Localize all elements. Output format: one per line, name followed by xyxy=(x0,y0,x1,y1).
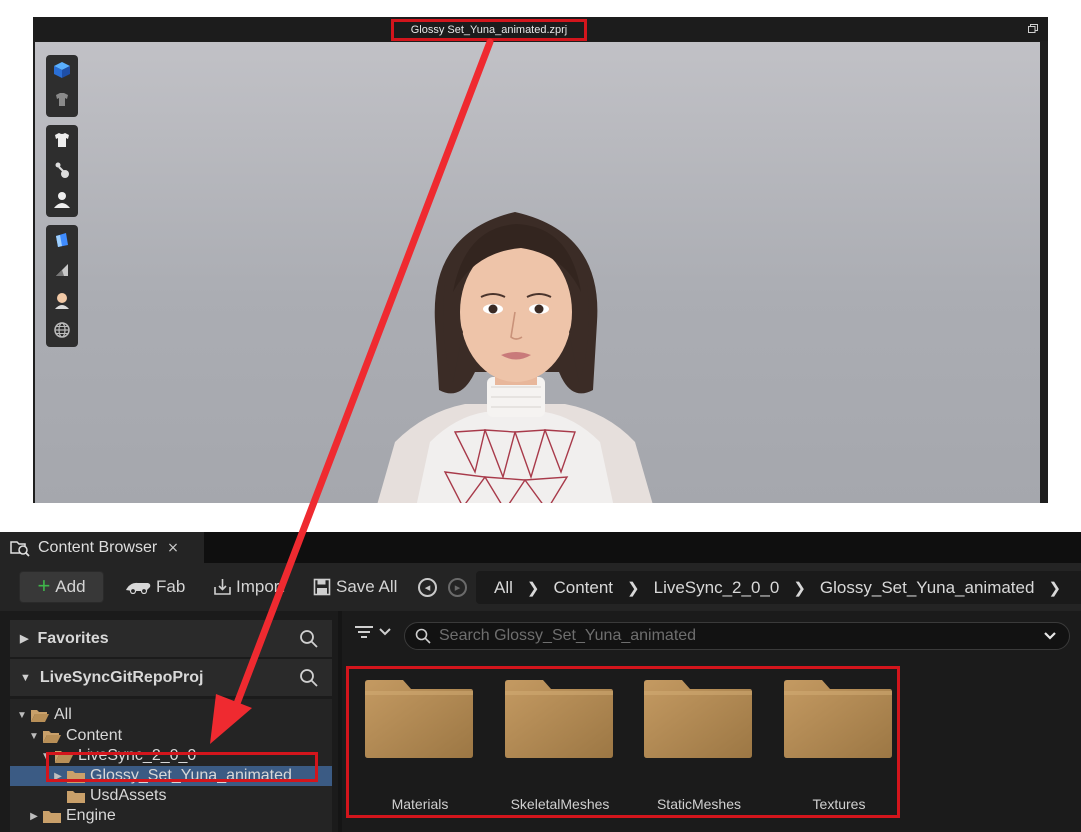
asset-tile-staticmeshes[interactable]: StaticMeshes xyxy=(634,669,764,815)
forward-arrow-icon[interactable]: ▸ xyxy=(448,578,467,597)
collapsed-arrow-icon[interactable]: ▶ xyxy=(28,811,40,822)
tree-item-engine[interactable]: ▶ Engine xyxy=(10,806,332,826)
material-icon[interactable] xyxy=(46,225,78,255)
collapsed-triangle-icon[interactable]: ▶ xyxy=(20,632,28,645)
asset-grid: Materials SkeletalMeshes StaticMeshes Te… xyxy=(346,666,900,818)
chevron-down-icon xyxy=(379,628,391,636)
fab-button-label: Fab xyxy=(156,577,186,596)
breadcrumb-separator-icon[interactable]: ❯ xyxy=(527,579,540,597)
asset-search-box[interactable] xyxy=(404,622,1070,650)
import-icon xyxy=(214,579,231,595)
sources-panel: ▶ Favorites ▼ LiveSyncGitRepoProj ▼ All … xyxy=(0,611,338,832)
globe-icon[interactable] xyxy=(46,315,78,345)
search-icon[interactable] xyxy=(299,629,318,648)
save-all-button-label: Save All xyxy=(336,577,398,596)
toolbar-group-display xyxy=(46,55,78,117)
folder-icon xyxy=(67,790,85,803)
tree-item-label: All xyxy=(54,706,72,723)
garment-display-icon[interactable] xyxy=(46,85,78,115)
asset-tile-skeletalmeshes[interactable]: SkeletalMeshes xyxy=(495,669,625,815)
breadcrumb: All ❯ Content ❯ LiveSync_2_0_0 ❯ Glossy_… xyxy=(476,571,1081,604)
folder-icon xyxy=(505,680,613,758)
toolbar-group-render xyxy=(46,225,78,347)
plus-icon: + xyxy=(37,573,51,598)
breadcrumb-item-content[interactable]: Content xyxy=(553,578,613,598)
viewport-titlebar: Glossy Set_Yuna_animated.zprj xyxy=(33,17,1048,41)
search-icon[interactable] xyxy=(299,668,318,687)
viewport-window: Glossy Set_Yuna_animated.zprj xyxy=(33,17,1048,503)
expanded-arrow-icon[interactable]: ▼ xyxy=(16,710,28,721)
add-button-label: Add xyxy=(55,577,86,596)
content-browser-panel: Content Browser × + Add Fab Import Save … xyxy=(0,532,1081,832)
cube-icon[interactable] xyxy=(46,55,78,85)
asset-view-panel: Materials SkeletalMeshes StaticMeshes xyxy=(342,611,1081,832)
texture-icon[interactable] xyxy=(46,255,78,285)
close-tab-icon[interactable]: × xyxy=(167,540,179,556)
folder-icon xyxy=(43,810,61,823)
favorites-header[interactable]: ▶ Favorites xyxy=(10,620,332,657)
asset-tile-label: Textures xyxy=(812,796,866,812)
tree-item-usdassets[interactable]: UsdAssets xyxy=(10,786,332,806)
folder-icon xyxy=(365,680,473,758)
asset-tile-label: Materials xyxy=(391,796,449,812)
shirt-icon[interactable] xyxy=(46,125,78,155)
filter-icon xyxy=(355,626,373,638)
asset-tile-label: SkeletalMeshes xyxy=(510,796,610,812)
folder-icon xyxy=(644,680,752,758)
breadcrumb-separator-icon[interactable]: ❯ xyxy=(627,579,640,597)
expanded-arrow-icon[interactable]: ▼ xyxy=(28,731,40,742)
breadcrumb-item-all[interactable]: All xyxy=(494,578,513,598)
add-button[interactable]: + Add xyxy=(19,571,104,603)
open-folder-icon xyxy=(43,730,61,743)
filter-button[interactable] xyxy=(354,624,392,640)
breadcrumb-separator-icon[interactable]: ❯ xyxy=(1048,579,1061,597)
face-icon[interactable] xyxy=(46,285,78,315)
save-all-button[interactable]: Save All xyxy=(313,571,397,603)
viewport-title: Glossy Set_Yuna_animated.zprj xyxy=(391,19,587,41)
save-icon xyxy=(313,578,331,596)
content-browser-icon xyxy=(10,540,30,557)
favorites-label: Favorites xyxy=(37,629,109,647)
chevron-down-icon[interactable] xyxy=(1043,629,1057,643)
project-label: LiveSyncGitRepoProj xyxy=(39,668,204,686)
folder-icon xyxy=(784,680,892,758)
content-browser-tabstrip: Content Browser × xyxy=(0,532,1081,563)
asset-search-input[interactable] xyxy=(439,627,999,645)
breadcrumb-separator-icon[interactable]: ❯ xyxy=(793,579,806,597)
content-browser-toolbar: + Add Fab Import Save All ◂ ▸ All ❯ Cont… xyxy=(0,563,1081,611)
tree-item-label: Content xyxy=(66,727,123,744)
tree-item-all[interactable]: ▼ All xyxy=(10,705,332,725)
asset-tile-textures[interactable]: Textures xyxy=(774,669,904,815)
tree-item-content[interactable]: ▼ Content xyxy=(10,726,332,746)
import-button[interactable]: Import xyxy=(213,571,284,603)
open-folder-icon xyxy=(31,709,49,722)
selection-highlight-box xyxy=(46,752,318,782)
breadcrumb-item-glossy-set[interactable]: Glossy_Set_Yuna_animated xyxy=(820,578,1035,598)
tab-label: Content Browser xyxy=(38,538,158,556)
back-arrow-icon[interactable]: ◂ xyxy=(418,578,437,597)
tree-item-label: Engine xyxy=(66,807,116,824)
project-header[interactable]: ▼ LiveSyncGitRepoProj xyxy=(10,659,332,696)
avatar-character-render xyxy=(377,212,653,503)
accessory-icon[interactable] xyxy=(46,155,78,185)
tab-content-browser[interactable]: Content Browser × xyxy=(0,532,204,563)
fab-button[interactable]: Fab xyxy=(124,571,185,603)
import-button-label: Import xyxy=(236,577,285,596)
asset-tile-materials[interactable]: Materials xyxy=(355,669,485,815)
toolbar-group-avatar xyxy=(46,125,78,217)
avatar-icon[interactable] xyxy=(46,185,78,215)
3d-viewport[interactable] xyxy=(35,42,1040,503)
restore-window-icon[interactable] xyxy=(1028,24,1038,33)
tree-item-label: UsdAssets xyxy=(90,787,167,804)
expanded-triangle-icon[interactable]: ▼ xyxy=(20,672,31,684)
search-icon xyxy=(415,628,431,644)
fab-icon xyxy=(126,582,151,594)
breadcrumb-item-livesync[interactable]: LiveSync_2_0_0 xyxy=(654,578,780,598)
asset-tile-label: StaticMeshes xyxy=(656,796,742,812)
